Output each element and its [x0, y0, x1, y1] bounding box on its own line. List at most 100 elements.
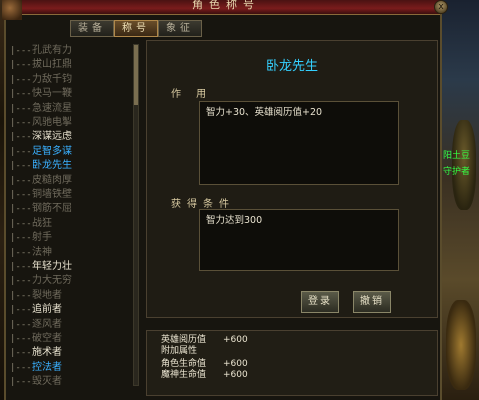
- title-list-item[interactable]: |---法神: [10, 246, 134, 259]
- npc-title-label: 守护者: [443, 167, 471, 177]
- stat-value: +600: [223, 335, 248, 345]
- title-list-label: 射手: [32, 232, 52, 244]
- title-list-label: 力大无穷: [32, 275, 72, 287]
- effect-label: 作 用: [171, 89, 213, 100]
- title-list-label: 足智多谋: [32, 145, 72, 157]
- condition-label: 获得条件: [171, 199, 235, 210]
- title-list-label: 破空者: [32, 333, 62, 344]
- title-list-item[interactable]: |---裂地者: [10, 289, 134, 302]
- stat-name: 魔神生命值: [161, 370, 207, 380]
- title-list-label: 深谋远虑: [32, 131, 72, 143]
- tree-connector: |---: [10, 103, 32, 114]
- title-list-label: 皮糙肉厚: [32, 174, 72, 186]
- title-list-item[interactable]: |---卧龙先生: [10, 159, 134, 172]
- title-list-item[interactable]: |---施术者: [10, 346, 134, 359]
- title-list-item[interactable]: |---力大无穷: [10, 274, 134, 287]
- title-list-item[interactable]: |---力敌千钧: [10, 73, 134, 86]
- stat-name: 角色生命值: [161, 359, 207, 369]
- npc-name-label: 阳土豆: [443, 151, 471, 161]
- title-list-item[interactable]: |---控法者: [10, 361, 134, 374]
- stat-value: +600: [223, 370, 248, 380]
- title-list-label: 法神: [32, 246, 52, 258]
- effect-text-box: 智力+30、英雄阅历值+20: [199, 101, 399, 185]
- tree-connector: |---: [10, 175, 32, 186]
- tree-connector: |---: [10, 262, 32, 272]
- stat-row: 魔神生命值 +600: [161, 370, 248, 381]
- condition-text-box: 智力达到300: [199, 209, 399, 271]
- title-list-item[interactable]: |---足智多谋: [10, 145, 134, 158]
- title-list-label: 追前者: [32, 304, 62, 316]
- tree-connector: |---: [10, 290, 32, 301]
- tree-connector: |---: [10, 319, 32, 330]
- tree-connector: |---: [10, 334, 32, 344]
- title-list-label: 铜墙铁壁: [32, 189, 72, 200]
- tab-equipment[interactable]: 装备: [70, 20, 114, 37]
- title-list-label: 风驰电掣: [32, 117, 72, 128]
- stat-value: +600: [223, 359, 248, 369]
- title-list-item[interactable]: |---破空者: [10, 332, 134, 345]
- title-list-label: 毁灭者: [32, 376, 62, 388]
- tree-connector: |---: [10, 60, 32, 71]
- title-list-item[interactable]: |---风驰电掣: [10, 116, 134, 129]
- stat-name: 附加属性: [161, 346, 198, 356]
- equip-title-button[interactable]: 登录: [301, 291, 339, 313]
- tree-connector: |---: [10, 348, 32, 359]
- close-button[interactable]: x: [434, 0, 448, 14]
- tree-connector: |---: [10, 74, 32, 85]
- title-list-item[interactable]: |---铜墙铁壁: [10, 188, 134, 201]
- tree-connector: |---: [10, 89, 32, 100]
- tree-connector: |---: [10, 46, 32, 56]
- title-list-label: 钢筋不屈: [32, 203, 72, 215]
- tree-connector: |---: [10, 305, 32, 316]
- title-list-item[interactable]: |---急速流星: [10, 102, 134, 115]
- titles-list-scrollbar[interactable]: [133, 44, 139, 386]
- title-list-label: 裂地者: [32, 289, 62, 301]
- tree-connector: |---: [10, 118, 32, 128]
- tree-connector: |---: [10, 146, 32, 157]
- tree-connector: |---: [10, 132, 32, 143]
- window-title: 角色称号: [192, 0, 260, 11]
- tree-connector: |---: [10, 377, 32, 388]
- character-portrait: [2, 0, 22, 20]
- title-list-label: 孔武有力: [32, 45, 72, 56]
- title-list-item[interactable]: |---快马一鞭: [10, 87, 134, 100]
- title-list-item[interactable]: |---深谋远虑: [10, 130, 134, 143]
- title-list-label: 拔山扛鼎: [32, 59, 72, 71]
- npc-character[interactable]: [452, 120, 476, 210]
- title-list-label: 快马一鞭: [32, 88, 72, 100]
- tree-connector: |---: [10, 190, 32, 200]
- title-list-item[interactable]: |---射手: [10, 231, 134, 244]
- stat-row: 附加属性: [161, 346, 197, 357]
- title-list-item[interactable]: |---皮糙肉厚: [10, 174, 134, 187]
- npc-character[interactable]: [446, 300, 476, 390]
- title-list-item[interactable]: |---毁灭者: [10, 375, 134, 388]
- bonus-stats-panel: 英雄阅历值 +600 附加属性 角色生命值 +600 魔神生命值 +600: [146, 330, 438, 396]
- tree-connector: |---: [10, 204, 32, 215]
- title-list-label: 卧龙先生: [32, 160, 72, 172]
- character-title-window: 角色称号 x 装备 称号 象征 |---孔武有力 |---拔山扛鼎 |---力敌千钧…: [2, 0, 448, 400]
- stat-name: 英雄阅历值: [161, 335, 207, 345]
- tree-connector: |---: [10, 161, 32, 172]
- title-list-item[interactable]: |---战狂: [10, 217, 134, 230]
- tree-connector: |---: [10, 247, 32, 258]
- selected-title-name: 卧龙先生: [265, 59, 318, 74]
- title-list-item[interactable]: |---拔山扛鼎: [10, 58, 134, 71]
- title-detail-panel: 卧龙先生 作 用 智力+30、英雄阅历值+20 获得条件 智力达到300 登录 …: [146, 40, 438, 318]
- title-list-item[interactable]: |---钢筋不屈: [10, 202, 134, 215]
- tab-titles[interactable]: 称号: [114, 20, 158, 37]
- scrollbar-thumb[interactable]: [134, 45, 138, 105]
- title-list-item[interactable]: |---孔武有力: [10, 44, 134, 57]
- cancel-title-button[interactable]: 撤销: [353, 291, 391, 313]
- game-scene-right: [440, 0, 479, 400]
- title-list-label: 控法者: [32, 361, 62, 373]
- title-list-item[interactable]: |---逐风者: [10, 318, 134, 331]
- window-titlebar[interactable]: 角色称号 x: [2, 0, 448, 20]
- tab-symbol[interactable]: 象征: [158, 20, 202, 37]
- title-list-item[interactable]: |---追前者: [10, 303, 134, 316]
- title-list-label: 急速流星: [32, 102, 72, 114]
- title-list-item[interactable]: |---年轻力壮: [10, 260, 134, 273]
- tree-connector: |---: [10, 218, 32, 229]
- title-list-label: 力敌千钧: [32, 73, 72, 85]
- tree-connector: |---: [10, 233, 32, 244]
- title-list-label: 施术者: [32, 347, 62, 359]
